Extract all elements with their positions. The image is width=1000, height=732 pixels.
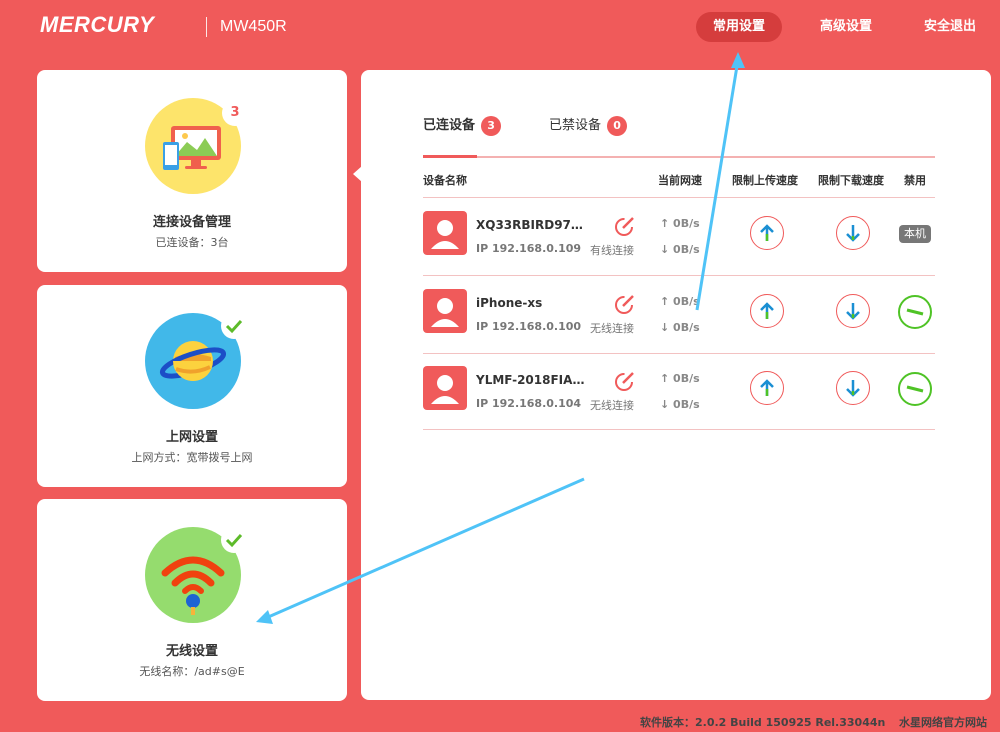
brand-logo: MERCURY: [40, 12, 155, 37]
tab-active-indicator: [423, 155, 477, 158]
tab-label: 已连设备: [423, 118, 476, 133]
this-device-badge: 本机: [899, 225, 931, 243]
limit-upload-button[interactable]: [750, 216, 784, 250]
firmware-version: 软件版本：2.0.2 Build 150925 Rel.33044n: [640, 716, 886, 729]
card-internet-settings[interactable]: 上网设置 上网方式：宽带拨号上网: [37, 285, 347, 487]
table-row: XQ33RBIRD97N... IP 192.168.0.109 有线连接 ↑ …: [423, 198, 935, 275]
watermark-sub: jingyan.baidu.com: [770, 677, 900, 693]
device-count-badge: 3: [222, 100, 248, 126]
limit-upload-button[interactable]: [750, 371, 784, 405]
device-ip: IP 192.168.0.100: [476, 320, 582, 333]
connection-type: 有线连接: [590, 244, 634, 257]
upload-speed: ↑ 0B/s: [660, 295, 700, 308]
card-title: 连接设备管理: [152, 215, 231, 230]
top-bar: MERCURY MW450R 常用设置 高级设置 安全退出: [0, 0, 1000, 56]
limit-download-button[interactable]: [836, 294, 870, 328]
ban-device-toggle[interactable]: [898, 372, 932, 406]
tab-label: 已禁设备: [549, 118, 602, 133]
connection-type: 无线连接: [590, 322, 634, 335]
user-avatar-icon: [423, 289, 467, 333]
device-name: YLMF-2018FIAF...: [476, 373, 586, 387]
limit-download-button[interactable]: [836, 216, 870, 250]
edit-icon[interactable]: [613, 214, 637, 238]
baidu-watermark: Baidu经验 jingyan.baidu.com: [768, 628, 937, 693]
column-header-speed: 当前网速: [658, 174, 702, 187]
watermark-main: Baidu经验: [768, 637, 938, 675]
check-icon: [221, 313, 247, 339]
card-subtitle: 无线名称：/ad#s@E: [139, 665, 245, 678]
limit-upload-button[interactable]: [750, 294, 784, 328]
logo-divider: [206, 17, 207, 37]
limit-download-button[interactable]: [836, 371, 870, 405]
check-icon: [221, 527, 247, 553]
edit-icon[interactable]: [613, 369, 637, 393]
ban-device-toggle[interactable]: [898, 295, 932, 329]
column-header-ban: 禁用: [904, 174, 926, 187]
upload-speed: ↑ 0B/s: [660, 372, 700, 385]
device-name: XQ33RBIRD97N...: [476, 218, 586, 232]
table-row: iPhone-xs IP 192.168.0.100 无线连接 ↑ 0B/s ↓…: [423, 276, 935, 353]
column-header-name: 设备名称: [423, 174, 467, 187]
column-header-download-limit: 限制下载速度: [818, 174, 884, 187]
card-title: 上网设置: [165, 430, 218, 445]
nav-common-settings[interactable]: 常用设置: [696, 12, 782, 42]
connection-type: 无线连接: [590, 399, 634, 412]
nav-logout[interactable]: 安全退出: [910, 12, 990, 42]
card-connected-devices[interactable]: 3 连接设备管理 已连设备：3台: [37, 70, 347, 272]
card-subtitle: 上网方式：宽带拨号上网: [131, 451, 253, 464]
device-management-panel: 已连设备 3 已禁设备 0 设备名称 当前网速 限制上传速度 限制下载速度 禁用 X…: [361, 70, 991, 700]
download-speed: ↓ 0B/s: [660, 321, 700, 334]
card-subtitle: 已连设备：3台: [155, 236, 229, 249]
tab-connected-devices[interactable]: 已连设备 3: [423, 114, 502, 136]
model-name: MW450R: [220, 18, 287, 35]
edit-icon[interactable]: [613, 292, 637, 316]
table-row: YLMF-2018FIAF... IP 192.168.0.104 无线连接 ↑…: [423, 353, 935, 430]
column-header-upload-limit: 限制上传速度: [732, 174, 798, 187]
upload-speed: ↑ 0B/s: [660, 217, 700, 230]
card-title: 无线设置: [165, 644, 218, 659]
nav-advanced-settings[interactable]: 高级设置: [806, 12, 886, 42]
download-speed: ↓ 0B/s: [660, 243, 700, 256]
device-ip: IP 192.168.0.104: [476, 397, 582, 410]
row-divider: [423, 429, 935, 430]
tab-count-badge: 3: [481, 115, 502, 136]
card-wireless-settings[interactable]: 无线设置 无线名称：/ad#s@E: [37, 499, 347, 701]
tab-banned-devices[interactable]: 已禁设备 0: [549, 114, 628, 136]
tab-divider: [423, 156, 935, 158]
tab-count-badge: 0: [607, 115, 628, 136]
user-avatar-icon: [423, 211, 467, 255]
device-name: iPhone-xs: [476, 296, 543, 310]
user-avatar-icon: [423, 366, 467, 410]
device-ip: IP 192.168.0.109: [476, 242, 582, 255]
download-speed: ↓ 0B/s: [660, 398, 700, 411]
official-site-link[interactable]: 水星网络官方网站: [899, 714, 987, 730]
